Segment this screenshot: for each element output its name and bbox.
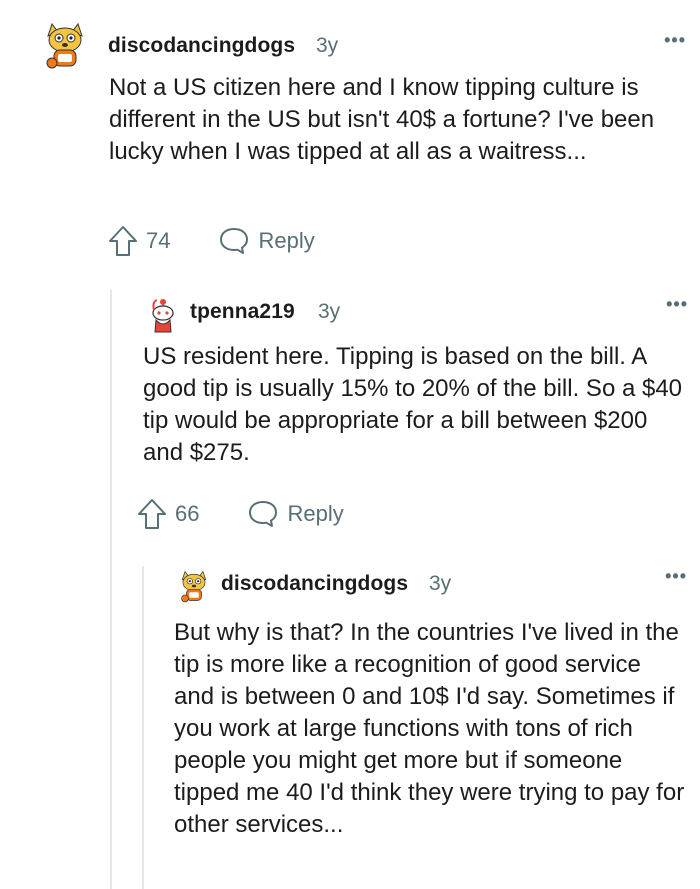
comment-header: discodancingdogs 3y ••• [174, 562, 687, 620]
comment-actions: 74 Reply [108, 224, 315, 258]
more-options-icon[interactable]: ••• [666, 294, 688, 315]
reply-label: Reply [287, 501, 344, 526]
vote-count: 66 [175, 501, 200, 526]
username[interactable]: discodancingdogs [108, 34, 295, 58]
reply-label: Reply [258, 228, 315, 253]
comment-header: tpenna219 3y ••• [143, 290, 688, 348]
upvote-button[interactable]: 74 [108, 224, 170, 258]
avatar[interactable] [143, 294, 183, 334]
reply-button[interactable]: Reply [247, 499, 344, 529]
comment-actions: 66 Reply [137, 497, 344, 531]
username[interactable]: tpenna219 [190, 300, 295, 324]
comment: discodancingdogs 3y ••• But why is that?… [174, 562, 687, 838]
upvote-arrow-icon [138, 499, 166, 529]
comment: discodancingdogs 3y ••• Not a US citizen… [36, 16, 686, 256]
reply-button[interactable]: Reply [218, 226, 315, 256]
speech-bubble-icon [249, 501, 278, 527]
username[interactable]: discodancingdogs [221, 572, 408, 596]
more-options-icon[interactable]: ••• [664, 30, 686, 51]
comment-body: Not a US citizen here and I know tipping… [109, 74, 655, 165]
speech-bubble-icon [220, 228, 249, 254]
comment-body: But why is that? In the countries I've l… [174, 619, 685, 838]
comment-header: discodancingdogs 3y ••• [36, 16, 686, 74]
avatar[interactable] [36, 16, 94, 74]
avatar[interactable] [174, 566, 214, 606]
thread-line [110, 290, 112, 889]
upvote-button[interactable]: 66 [137, 497, 199, 531]
upvote-arrow-icon [109, 226, 137, 256]
comment-age: 3y [429, 572, 452, 595]
comment-age: 3y [316, 34, 339, 57]
more-options-icon[interactable]: ••• [665, 566, 687, 587]
thread-line [142, 566, 144, 889]
comment-body: US resident here. Tipping is based on th… [143, 343, 683, 466]
vote-count: 74 [146, 228, 171, 253]
comment-age: 3y [318, 300, 341, 323]
comment: tpenna219 3y ••• US resident here. Tippi… [138, 290, 688, 529]
